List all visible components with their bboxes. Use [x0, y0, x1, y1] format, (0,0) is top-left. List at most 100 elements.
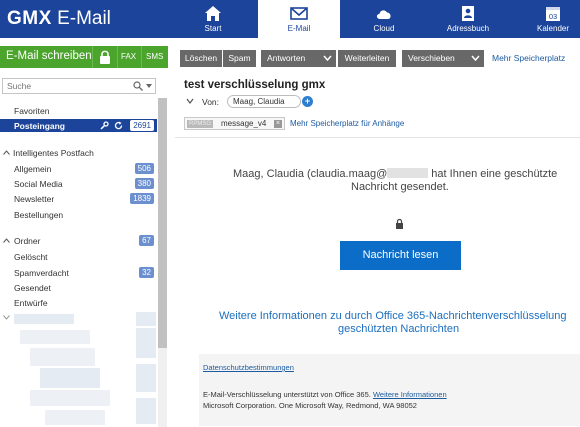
nav-label-cloud: Cloud [373, 24, 395, 33]
inbox-count: 2691 [130, 120, 154, 131]
add-contact-icon[interactable]: + [302, 96, 313, 107]
body-text-sender: Maag, Claudia (claudia.maag@ [233, 168, 388, 180]
redacted-folder [14, 314, 74, 324]
sidebar-item-label: Posteingang [14, 121, 66, 131]
nav-tab-email[interactable]: E-Mail [258, 0, 340, 38]
compose-bar: E-Mail schreiben FAX SMS [0, 46, 168, 68]
attachment-chip[interactable]: RPMSG message_v4 × [184, 117, 285, 130]
move-label: Verschieben [408, 53, 455, 63]
search-box[interactable] [2, 78, 156, 94]
spam-button[interactable]: Spam [223, 50, 256, 67]
redacted-folder [30, 390, 110, 406]
redacted-folder [20, 330, 90, 344]
item-count: 1839 [130, 193, 154, 204]
read-message-button[interactable]: Nachricht lesen [340, 241, 461, 270]
logo-product: E-Mail [57, 8, 111, 29]
redacted-count [136, 364, 156, 392]
body-text-line2: Nachricht gesendet. [351, 181, 449, 193]
sidebar-item-label: Spamverdacht [14, 268, 69, 278]
attachment-storage-link[interactable]: Mehr Speicherplatz für Anhänge [290, 119, 404, 128]
body-text-rest: hat Ihnen eine geschützte [428, 168, 558, 180]
search-icon[interactable] [133, 81, 143, 91]
message-footer: Datenschutzbestimmungen E-Mail-Verschlüs… [199, 354, 580, 426]
message-body: Maag, Claudia (claudia.maag@ hat Ihnen e… [175, 137, 580, 427]
nav-tab-calendar[interactable]: 03 Kalender [512, 0, 580, 38]
nav-label-addressbook: Adressbuch [446, 24, 490, 33]
attachment-name: message_v4 [221, 119, 267, 128]
redacted-folder [40, 368, 100, 388]
envelope-icon [290, 7, 308, 20]
folders-heading-row[interactable]: Ordner 67 [0, 234, 157, 247]
more-info-link-line1[interactable]: Weitere Informationen zu durch Office 36… [219, 310, 567, 322]
chevron-down-icon[interactable] [3, 315, 10, 320]
refresh-icon[interactable] [114, 121, 123, 130]
item-count: 32 [139, 267, 154, 278]
fax-button[interactable]: FAX [121, 52, 136, 61]
nav-label-email: E-Mail [287, 24, 311, 33]
folders-heading: Ordner [14, 236, 41, 246]
chevron-down-icon[interactable] [471, 55, 480, 61]
sidebar-item-label: Gelöscht [14, 252, 48, 262]
compose-divider [92, 46, 93, 68]
sidebar-scrollbar-thumb[interactable] [158, 98, 167, 348]
sidebar-item-label: Entwürfe [14, 298, 48, 308]
folders-count: 67 [139, 235, 154, 246]
chevron-up-icon[interactable] [3, 150, 10, 155]
item-count: 506 [134, 163, 154, 174]
compose-button[interactable]: E-Mail schreiben [6, 50, 92, 62]
more-info-link-line2[interactable]: geschützten Nachrichten [338, 323, 459, 335]
gmx-logo[interactable]: GMX E-Mail [7, 7, 111, 31]
compose-divider [117, 46, 118, 68]
sidebar-item-inbox[interactable]: Posteingang 2691 [0, 119, 157, 132]
sidebar-item-gesendet[interactable]: Gesendet [0, 281, 157, 294]
chevron-down-icon[interactable] [186, 98, 194, 104]
from-label: Von: [202, 97, 220, 107]
close-icon[interactable]: × [274, 120, 282, 128]
search-input[interactable] [3, 79, 133, 93]
redacted-email [387, 168, 429, 178]
nav-tab-addressbook[interactable]: Adressbuch [427, 0, 509, 38]
footer-more-info-link[interactable]: Weitere Informationen [373, 390, 447, 399]
nav-label-start: Start [204, 24, 222, 33]
chevron-down-icon[interactable] [146, 84, 152, 89]
nav-tab-cloud[interactable]: Cloud [343, 0, 425, 38]
sidebar-item-allgemein[interactable]: Allgemein 506 [0, 162, 157, 175]
sidebar: E-Mail schreiben FAX SMS Favoriten Poste… [0, 38, 170, 427]
reply-button[interactable]: Antworten [261, 50, 336, 67]
sidebar-item-label: Bestellungen [14, 210, 64, 220]
nav-tab-start[interactable]: Start [172, 0, 254, 38]
chevron-down-icon[interactable] [323, 55, 332, 61]
redacted-count [136, 328, 156, 358]
top-bar: GMX E-Mail Start E-Mail Cloud Adressbuch [0, 0, 580, 38]
sidebar-item-bestellungen[interactable]: Bestellungen [0, 208, 157, 221]
forward-button[interactable]: Weiterleiten [338, 50, 396, 67]
sidebar-item-geloescht[interactable]: Gelöscht [0, 250, 157, 263]
sender-chip[interactable]: Maag, Claudia [227, 95, 301, 108]
home-icon [205, 6, 221, 21]
contact-card-icon [462, 6, 474, 21]
sidebar-item-newsletter[interactable]: Newsletter 1839 [0, 192, 157, 205]
cloud-icon [376, 10, 391, 19]
delete-button[interactable]: Löschen [180, 50, 222, 67]
move-button[interactable]: Verschieben [402, 50, 484, 67]
sidebar-item-spamverdacht[interactable]: Spamverdacht 32 [0, 266, 157, 279]
sms-button[interactable]: SMS [146, 52, 163, 61]
sidebar-item-label: Social Media [14, 179, 63, 189]
privacy-link[interactable]: Datenschutzbestimmungen [203, 363, 294, 372]
sidebar-item-entwuerfe[interactable]: Entwürfe [0, 296, 157, 309]
smart-inbox-heading[interactable]: Intelligentes Postfach [13, 148, 94, 158]
lock-icon [396, 218, 403, 229]
message-subject: test verschlüsselung gmx [184, 79, 326, 91]
message-toolbar: Löschen Spam Antworten Weiterleiten Vers… [175, 50, 580, 68]
more-storage-link[interactable]: Mehr Speicherplatz [492, 53, 565, 63]
favorites-label[interactable]: Favoriten [14, 106, 49, 116]
footer-text: E-Mail-Verschlüsselung unterstützt von O… [203, 390, 447, 399]
wrench-icon[interactable] [100, 121, 109, 130]
item-count: 380 [134, 178, 154, 189]
compose-divider [141, 46, 142, 68]
calendar-icon: 03 [546, 7, 560, 21]
footer-address: Microsoft Corporation. One Microsoft Way… [203, 401, 417, 410]
nav-label-calendar: Kalender [536, 24, 570, 33]
sidebar-item-social-media[interactable]: Social Media 380 [0, 177, 157, 190]
encryption-lock-icon[interactable] [98, 49, 112, 65]
